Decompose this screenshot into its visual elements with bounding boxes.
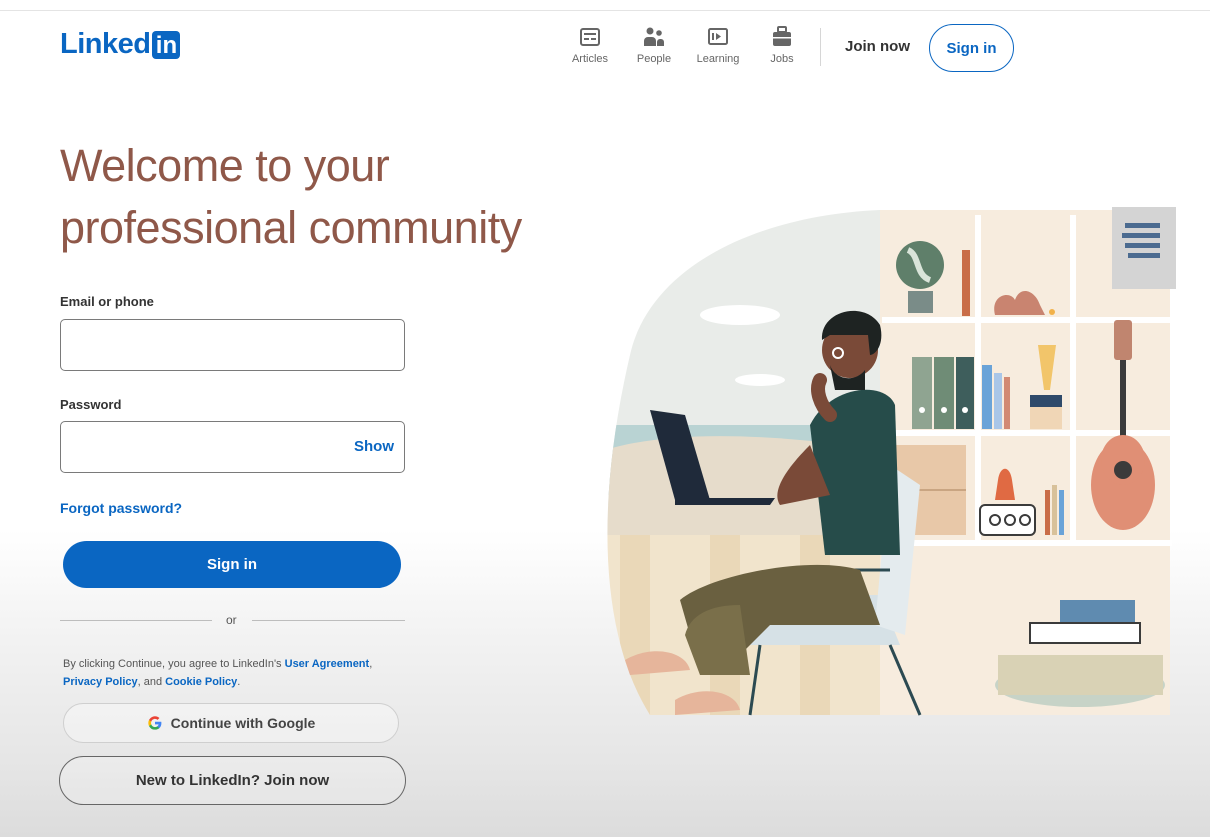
nav-label-people: People	[636, 53, 672, 65]
or-text: or	[226, 613, 237, 627]
nav-people[interactable]: People	[622, 25, 686, 65]
nav-label-jobs: Jobs	[770, 53, 794, 65]
google-g-icon	[148, 716, 162, 730]
user-agreement-link[interactable]: User Agreement	[285, 658, 370, 670]
privacy-policy-link[interactable]: Privacy Policy	[63, 676, 138, 688]
legal-prefix: By clicking Continue, you agree to Linke…	[63, 658, 285, 670]
google-button-label: Continue with Google	[170, 715, 316, 731]
top-nav: Articles People Learning Jobs	[558, 25, 814, 65]
hero-illustration	[607, 207, 1176, 716]
articles-icon	[580, 28, 600, 46]
page-title: Welcome to your professional community	[60, 135, 580, 259]
nav-label-articles: Articles	[571, 53, 609, 65]
learning-icon	[708, 28, 728, 45]
legal-suffix: .	[237, 676, 241, 688]
nav-articles[interactable]: Articles	[558, 25, 622, 65]
legal-sep-1: ,	[369, 658, 373, 670]
forgot-password-link[interactable]: Forgot password?	[60, 500, 182, 516]
nav-label-learning: Learning	[696, 53, 740, 65]
headline-line-1: Welcome to your	[60, 140, 390, 191]
sign-in-button[interactable]: Sign in	[63, 541, 401, 588]
linkedin-logo[interactable]: Linked in	[60, 28, 181, 60]
legal-sep-2: , and	[137, 676, 166, 688]
or-line-right	[252, 620, 405, 621]
top-border	[0, 10, 1210, 11]
email-label: Email or phone	[60, 294, 154, 309]
nav-learning[interactable]: Learning	[686, 25, 750, 65]
people-icon	[644, 27, 664, 46]
password-label: Password	[60, 397, 122, 412]
nav-jobs[interactable]: Jobs	[750, 25, 814, 65]
continue-with-google-button[interactable]: Continue with Google	[63, 703, 399, 743]
or-divider: or	[60, 612, 405, 628]
header-sign-in-button[interactable]: Sign in	[929, 24, 1014, 72]
legal-notice: By clicking Continue, you agree to Linke…	[63, 655, 403, 691]
join-now-link[interactable]: Join now	[845, 38, 910, 55]
show-password-button[interactable]: Show	[354, 438, 394, 455]
nav-divider	[820, 28, 821, 66]
join-now-button[interactable]: New to LinkedIn? Join now	[59, 756, 406, 805]
headline-line-2: professional community	[60, 202, 522, 253]
email-input[interactable]	[60, 319, 405, 371]
or-line-left	[60, 620, 212, 621]
cookie-policy-link[interactable]: Cookie Policy	[165, 676, 237, 688]
logo-in-box: in	[152, 30, 181, 59]
logo-text: Linked	[60, 28, 151, 60]
jobs-icon	[773, 26, 791, 46]
